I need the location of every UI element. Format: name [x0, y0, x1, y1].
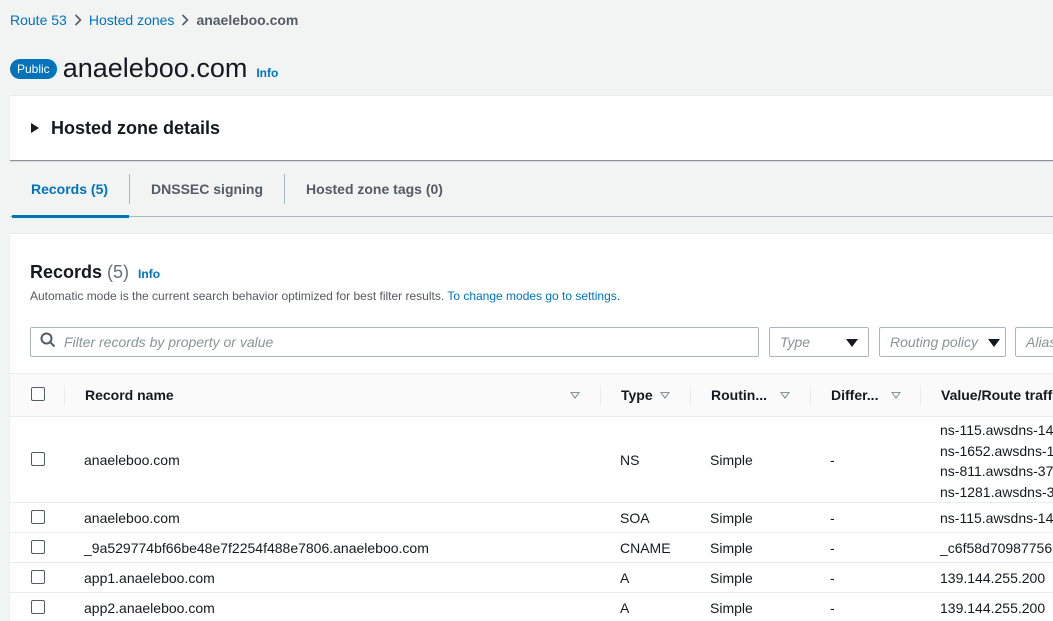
- record-name: _9a529774bf66be48e7f2254f488e7806.anaele…: [84, 540, 429, 556]
- public-badge: Public: [10, 59, 57, 79]
- record-value: ns-115.awsdns-14.com.: [940, 510, 1053, 526]
- column-value[interactable]: Value/Route traffic to: [941, 374, 1053, 416]
- breadcrumb: Route 53 Hosted zones anaeleboo.com: [10, 11, 298, 29]
- record-type: SOA: [620, 510, 650, 526]
- column-divider: [810, 385, 811, 405]
- column-divider: [920, 385, 921, 405]
- tab-records[interactable]: Records (5): [10, 174, 130, 218]
- alias-select-placeholder: Alias: [1026, 334, 1053, 350]
- hosted-zone-details-expander[interactable]: Hosted zone details: [10, 95, 1053, 161]
- table-row[interactable]: _9a529774bf66be48e7f2254f488e7806.anaele…: [10, 533, 1053, 563]
- record-name: anaeleboo.com: [84, 510, 180, 526]
- search-icon: [40, 332, 56, 353]
- record-type: A: [620, 570, 630, 586]
- breadcrumb-hosted-zones-link[interactable]: Hosted zones: [89, 12, 175, 28]
- routing-select-placeholder: Routing policy: [890, 334, 978, 350]
- table-row[interactable]: anaeleboo.com NS Simple - ns-115.awsdns-…: [10, 417, 1053, 503]
- column-value-label: Value/Route traffic to: [941, 387, 1053, 403]
- breadcrumb-route53-link[interactable]: Route 53: [10, 12, 67, 28]
- caret-right-icon: [31, 123, 39, 133]
- records-description: Automatic mode is the current search beh…: [30, 289, 620, 303]
- row-checkbox[interactable]: [31, 540, 45, 554]
- type-select-placeholder: Type: [780, 334, 811, 350]
- record-differentiator: -: [830, 600, 835, 616]
- sort-icon[interactable]: [660, 374, 670, 416]
- row-checkbox[interactable]: [31, 600, 45, 614]
- alias-select[interactable]: Alias: [1015, 327, 1053, 357]
- records-info-link[interactable]: Info: [138, 267, 160, 281]
- column-divider: [600, 385, 601, 405]
- record-value: ns-1281.awsdns-32.org.: [940, 483, 1053, 500]
- record-routing: Simple: [710, 452, 753, 468]
- column-differentiator[interactable]: Differ...: [831, 374, 878, 416]
- table-header: Record name Type Routin... Differ... Val…: [10, 373, 1053, 417]
- column-type[interactable]: Type: [621, 374, 653, 416]
- tab-hosted-zone-tags[interactable]: Hosted zone tags (0): [284, 173, 464, 204]
- table-row[interactable]: app1.anaeleboo.com A Simple - 139.144.25…: [10, 563, 1053, 593]
- header-info-link[interactable]: Info: [256, 66, 278, 80]
- record-type: NS: [620, 452, 640, 468]
- column-divider: [64, 385, 65, 405]
- row-checkbox[interactable]: [31, 510, 45, 524]
- search-input[interactable]: Filter records by property or value: [30, 327, 759, 357]
- column-differentiator-label: Differ...: [831, 387, 879, 403]
- sort-icon[interactable]: [570, 374, 580, 416]
- page-title: anaeleboo.com: [62, 53, 248, 83]
- search-placeholder: Filter records by property or value: [64, 334, 274, 350]
- tab-dnssec-signing[interactable]: DNSSEC signing: [129, 173, 284, 204]
- records-panel: Records (5) Info Automatic mode is the c…: [10, 233, 1053, 621]
- record-value: ns-811.awsdns-37.net.: [940, 463, 1053, 479]
- change-modes-link[interactable]: To change modes go to settings.: [447, 289, 620, 303]
- record-values: ns-115.awsdns-14.com. ns-1652.awsdns-14.…: [940, 420, 1053, 502]
- record-routing: Simple: [710, 570, 753, 586]
- column-record-name-label: Record name: [85, 387, 174, 403]
- tab-bar: Records (5) DNSSEC signing Hosted zone t…: [10, 161, 1053, 218]
- record-name: anaeleboo.com: [84, 452, 180, 468]
- record-value: ns-115.awsdns-14.com.: [940, 422, 1053, 438]
- breadcrumb-current: anaeleboo.com: [196, 12, 299, 28]
- table-row[interactable]: app2.anaeleboo.com A Simple - 139.144.25…: [10, 593, 1053, 621]
- column-routing[interactable]: Routin...: [711, 374, 767, 416]
- type-select[interactable]: Type: [769, 327, 869, 357]
- record-value: 139.144.255.200: [940, 600, 1046, 616]
- record-type: A: [620, 600, 630, 616]
- hosted-zone-details-title: Hosted zone details: [51, 117, 221, 138]
- record-value: _c6f58d70987756: [940, 540, 1053, 556]
- column-record-name[interactable]: Record name: [85, 374, 174, 416]
- column-divider: [690, 385, 691, 405]
- records-description-text: Automatic mode is the current search beh…: [30, 289, 445, 303]
- record-differentiator: -: [830, 570, 835, 586]
- record-name: app2.anaeleboo.com: [84, 600, 215, 616]
- records-table: Record name Type Routin... Differ... Val…: [10, 373, 1053, 621]
- select-all-checkbox[interactable]: [31, 387, 45, 401]
- record-type: CNAME: [620, 540, 671, 556]
- column-type-label: Type: [621, 387, 653, 403]
- record-name: app1.anaeleboo.com: [84, 570, 215, 586]
- record-routing: Simple: [710, 600, 753, 616]
- caret-down-icon: [846, 339, 858, 347]
- record-value: 139.144.255.200: [940, 570, 1046, 586]
- record-value: ns-1652.awsdns-14.co.uk.: [940, 442, 1053, 459]
- routing-policy-select[interactable]: Routing policy: [879, 327, 1006, 357]
- record-routing: Simple: [710, 510, 753, 526]
- records-header: Records (5) Info: [30, 262, 160, 283]
- sort-icon[interactable]: [891, 374, 901, 416]
- chevron-right-icon: [174, 14, 196, 26]
- record-routing: Simple: [710, 540, 753, 556]
- record-differentiator: -: [830, 452, 835, 468]
- chevron-right-icon: [67, 14, 89, 26]
- caret-down-icon: [988, 339, 1000, 347]
- page-header: Public anaeleboo.com Info: [10, 53, 278, 84]
- row-checkbox[interactable]: [31, 452, 45, 466]
- table-row[interactable]: anaeleboo.com SOA Simple - ns-115.awsdns…: [10, 503, 1053, 533]
- row-checkbox[interactable]: [31, 570, 45, 584]
- column-routing-label: Routin...: [711, 387, 767, 403]
- records-title: Records: [30, 262, 103, 282]
- record-differentiator: -: [830, 540, 835, 556]
- record-differentiator: -: [830, 510, 835, 526]
- sort-icon[interactable]: [780, 374, 790, 416]
- records-count: (5): [107, 262, 130, 282]
